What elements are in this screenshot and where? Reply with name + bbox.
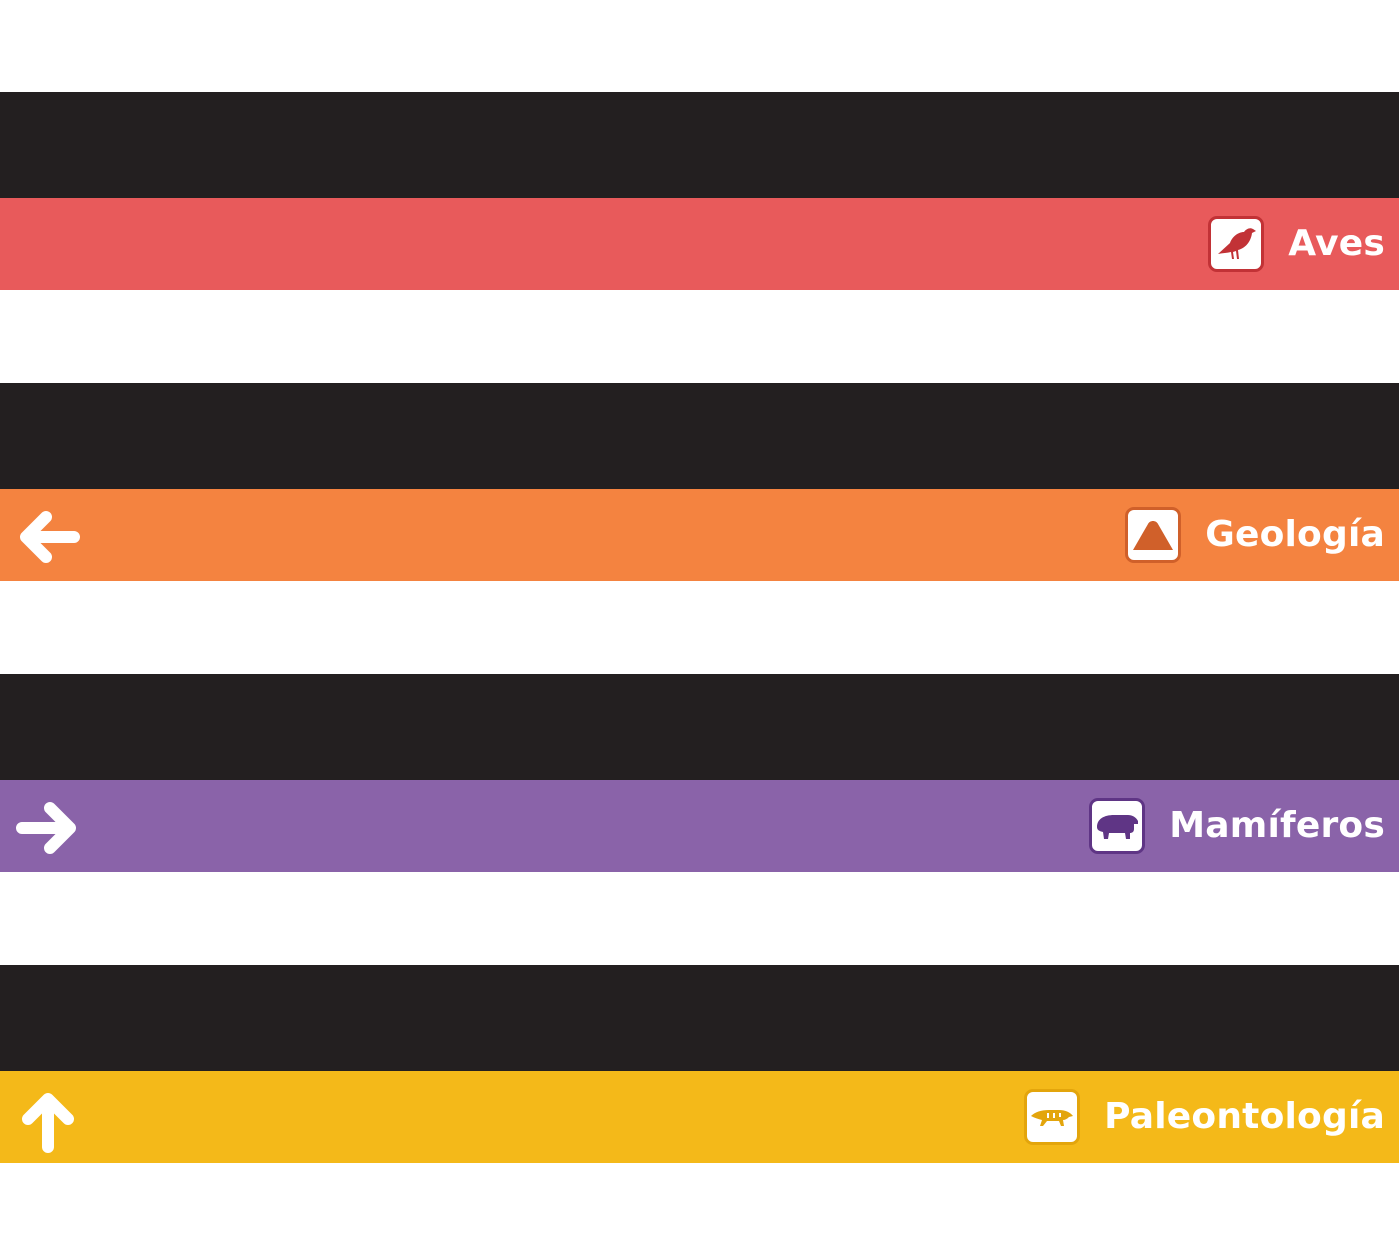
sign-label: Paleontología: [1104, 1096, 1385, 1137]
sign-band-aves: Aves: [0, 198, 1399, 290]
left-arrow-icon: [12, 501, 84, 573]
sign-band-paleontologia: Paleontología: [0, 1071, 1399, 1163]
sign-label-group: Geología: [1125, 489, 1385, 581]
bird-icon: [1208, 216, 1265, 272]
fossil-animal-icon: [1024, 1089, 1081, 1145]
sign-band-mamiferos: Mamíferos: [0, 780, 1399, 872]
sign-label-group: Mamíferos: [1089, 780, 1385, 872]
sign-label: Mamíferos: [1169, 805, 1385, 846]
volcano-icon: [1125, 507, 1182, 563]
sign-paleontologia: Paleontología: [0, 965, 1399, 1163]
tapir-icon: [1089, 798, 1146, 854]
right-arrow-icon: [12, 792, 84, 864]
sign-label: Aves: [1288, 223, 1385, 264]
sign-label-group: Aves: [1208, 198, 1385, 290]
up-arrow-icon: [12, 1083, 84, 1155]
sign-top-bar: [0, 674, 1399, 780]
sign-geologia: Geología: [0, 383, 1399, 581]
sign-band-geologia: Geología: [0, 489, 1399, 581]
sign-label-group: Paleontología: [1024, 1071, 1385, 1163]
sign-top-bar: [0, 383, 1399, 489]
sign-mamiferos: Mamíferos: [0, 674, 1399, 872]
sign-label: Geología: [1205, 514, 1385, 555]
sign-top-bar: [0, 92, 1399, 198]
sign-aves: Aves: [0, 92, 1399, 290]
sign-top-bar: [0, 965, 1399, 1071]
